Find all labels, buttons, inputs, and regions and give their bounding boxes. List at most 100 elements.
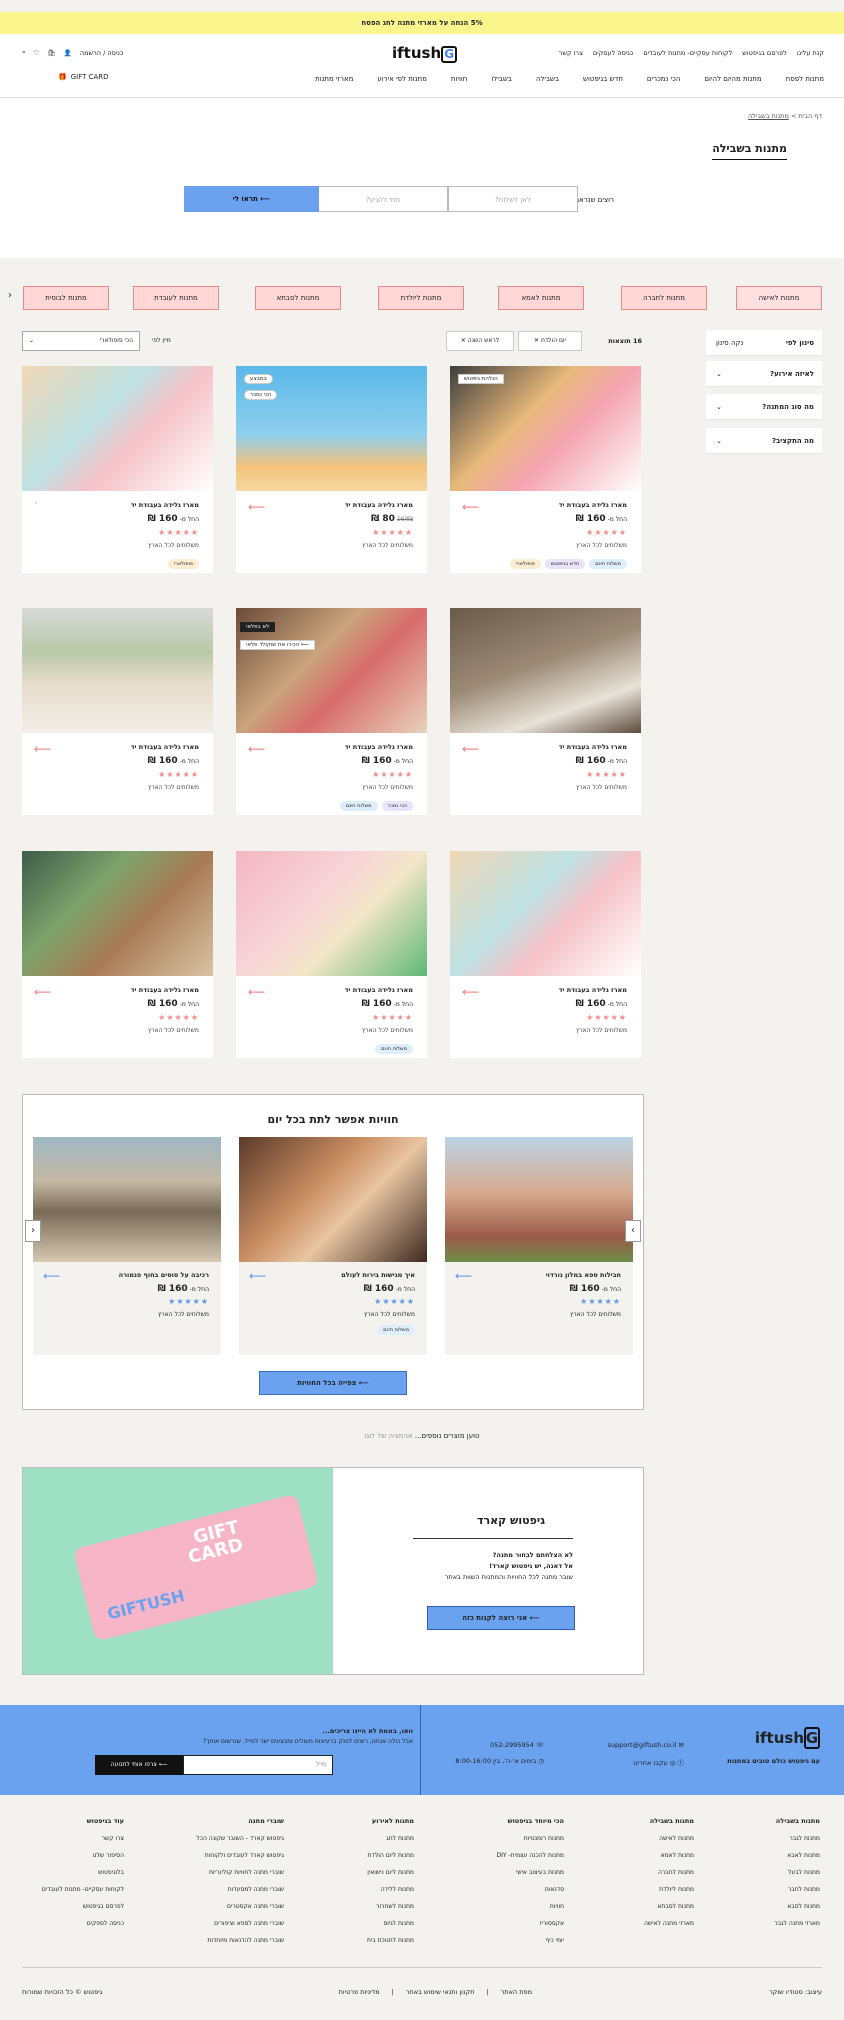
footer-link[interactable]: מתנות לשחרור <box>367 1898 414 1915</box>
footer-logo[interactable]: Giftush <box>755 1727 820 1749</box>
arrow-left-icon[interactable]: ⟵ <box>249 1269 266 1283</box>
footer-link[interactable]: מתנות ליום הולדת <box>367 1847 414 1864</box>
footer-link[interactable]: גיפטוש קארד לעובדים ולקוחות <box>196 1847 284 1864</box>
category-mom[interactable]: מתנות לאמא <box>498 286 584 310</box>
category-boss[interactable]: מתנות לבוסית <box>23 286 109 310</box>
footer-link[interactable]: שוברי מתנה להדנאות מיוחדות <box>196 1932 284 1949</box>
product-card[interactable]: ⟵ מארז גלידה בעבודת יד החל מ- 160 ₪ ★★★★… <box>236 851 427 1058</box>
product-card[interactable]: ⟵ מארז גלידה בעבודת יד החל מ- 160 ₪ ★★★★… <box>450 851 641 1058</box>
arrow-left-icon[interactable]: • <box>34 500 38 507</box>
top-link-advertise[interactable]: לפרסם בגיפטוש <box>742 49 787 57</box>
product-card[interactable]: ⟵ מארז גלידה בעבודת יד החל מ- 160 ₪ ★★★★… <box>22 851 213 1058</box>
footer-link[interactable]: הסיפור שלנו <box>42 1847 124 1864</box>
footer-link[interactable]: מתנות לאמא <box>644 1847 694 1864</box>
when-field[interactable]: מתי להגיע? <box>318 186 448 212</box>
breadcrumb-current[interactable]: מתנות בשבילה <box>748 112 789 120</box>
product-card[interactable]: ⟵ מארז גלידה בעבודת יד החל מ- 160 ₪ ★★★★… <box>450 608 641 815</box>
product-card[interactable]: הנלהת גיפטוש ⟵ מארז גלידה בעבודת יד החל … <box>450 366 641 573</box>
top-link-about[interactable]: קנת עלינו <box>797 49 824 57</box>
nav-item-by-event[interactable]: מתנות לפי אירוע <box>377 75 427 83</box>
filter-event[interactable]: לאיזה אירוע? ⌄ <box>706 361 822 387</box>
filter-chip-rosh-hashana[interactable]: לראש השנה ✕ <box>446 331 514 351</box>
newsletter-email-input[interactable]: מייל <box>183 1755 333 1775</box>
show-me-button[interactable]: ⟵ תראו לי <box>184 186 319 212</box>
footer-link[interactable]: מתנות ליולדת <box>644 1881 694 1898</box>
nav-item-bestsellers[interactable]: הכי נמכרים <box>647 75 681 83</box>
site-logo[interactable]: Giftush <box>392 44 458 63</box>
footer-link[interactable]: חוויות <box>497 1898 564 1915</box>
carousel-next-button[interactable]: › <box>625 1220 641 1242</box>
category-employee[interactable]: מתנות לעובדת <box>133 286 219 310</box>
footer-link[interactable]: שוברי מתנה לחוויות קולינריות <box>196 1864 284 1881</box>
footer-link[interactable]: מתנות ליום נישואין <box>367 1864 414 1881</box>
arrow-left-icon[interactable]: ⟵ <box>34 985 51 999</box>
where-field[interactable]: לאן לשלוח? <box>448 186 578 212</box>
footer-link[interactable]: מתנות לחברה <box>644 1864 694 1881</box>
filter-budget[interactable]: מה התקציב? ⌄ <box>706 428 822 454</box>
footer-link[interactable]: מארזי מתנה לגבר <box>774 1915 820 1932</box>
arrow-left-icon[interactable]: ⟵ <box>462 985 479 999</box>
nav-item-new[interactable]: חדש בגיפטוש <box>583 75 623 83</box>
top-link-business-login[interactable]: כניסה לעסקים <box>593 49 633 57</box>
product-card[interactable]: ⟵ מארז גלידה בעבודת יד החל מ- 160 ₪ ★★★★… <box>22 608 213 815</box>
email-contact[interactable]: ✉ support@giftush.co.il <box>608 1741 684 1749</box>
nav-item-same-day[interactable]: מתנות מהיום להיום <box>704 75 761 83</box>
footer-link[interactable]: מתנות לחנוכת בית <box>367 1932 414 1949</box>
category-grandma[interactable]: מתנות לסבתא <box>255 286 341 310</box>
close-icon[interactable]: ✕ <box>534 337 539 344</box>
carousel-prev-button[interactable]: ‹ <box>25 1220 41 1242</box>
product-card[interactable]: לא בפלאי ⟵ הכירו את שוקולד פלאי ⟵ מארז ג… <box>236 608 427 815</box>
nav-item-passover[interactable]: מתנות לפסח <box>786 75 824 83</box>
login-link[interactable]: כניסה / הרשמה <box>80 49 123 57</box>
all-experiences-button[interactable]: ⟵ צפייה בכל החוויות <box>259 1371 407 1395</box>
footer-link[interactable]: מתנות לגיוס <box>367 1915 414 1932</box>
footer-link[interactable]: כניסה לספקים <box>42 1915 124 1932</box>
footer-link[interactable]: מתנות לאבא <box>774 1847 820 1864</box>
footer-link[interactable]: שוברי מתנה לספא וציפורים <box>196 1915 284 1932</box>
footer-link[interactable]: גיפטוש קארד - השובר שקונה הכל <box>196 1830 284 1847</box>
footer-link[interactable]: מתנות להכנה עצמית- DIY <box>497 1847 564 1864</box>
footer-link[interactable]: מתנות לגבר <box>774 1830 820 1847</box>
experience-card[interactable]: ⟵ חבילות ספא במלון נורדוי החל מ- 160 ₪ ★… <box>445 1137 633 1355</box>
search-icon[interactable]: ⌕ <box>22 48 26 57</box>
product-card[interactable]: במבצע הכי נמכר ⟵ מארז גלידה בעבודת יד 16… <box>236 366 427 573</box>
sort-select[interactable]: הכי פופולארי ⌄ <box>22 331 140 351</box>
chocolate-overlay-link[interactable]: ⟵ הכירו את שוקולד פלאי <box>240 640 315 650</box>
close-icon[interactable]: ✕ <box>461 337 466 344</box>
footer-link[interactable]: מתנות לסבתא <box>644 1898 694 1915</box>
arrow-left-icon[interactable]: ⟵ <box>455 1269 472 1283</box>
footer-link[interactable]: מתנות ללידה <box>367 1881 414 1898</box>
footer-link[interactable]: לקוחות עסקיים- מתנות לעובדים <box>42 1881 124 1898</box>
arrow-left-icon[interactable]: ⟵ <box>43 1269 60 1283</box>
arrow-left-icon[interactable]: ⟵ <box>248 985 265 999</box>
footer-link[interactable]: מתנות רומנטיות <box>497 1830 564 1847</box>
sitemap-link[interactable]: מפת האתר <box>501 1988 532 1996</box>
clear-filter-link[interactable]: נקה סינון <box>716 330 743 356</box>
footer-link[interactable]: סדנאות <box>497 1881 564 1898</box>
footer-link[interactable]: אקססוריז <box>497 1915 565 1932</box>
heart-icon[interactable]: ♡ <box>34 49 40 57</box>
filter-chip-birthday[interactable]: יום הולדת ✕ <box>518 331 582 351</box>
footer-link[interactable]: מתנות לבעל <box>774 1864 820 1881</box>
footer-link[interactable]: שוברי מתנה אקסטרים <box>196 1898 284 1915</box>
buy-gift-card-button[interactable]: ⟵ אני רוצה לקנות כזה <box>427 1606 575 1630</box>
chevron-left-icon[interactable]: ‹ <box>8 290 12 301</box>
instagram-icon[interactable]: ◎ <box>670 1759 676 1767</box>
experience-card[interactable]: ⟵ איך מגישות בירות לעולם החל מ- 160 ₪ ★★… <box>239 1137 427 1355</box>
product-card[interactable]: • מארז גלידה בעבודת יד החל מ- 160 ₪ ★★★★… <box>22 366 213 573</box>
arrow-left-icon[interactable]: ⟵ <box>462 500 479 514</box>
category-new-mom[interactable]: מתנות ליולדת <box>378 286 464 310</box>
user-icon[interactable]: 👤 <box>64 49 72 57</box>
gift-card-link[interactable]: GIFT CARD 🎁 <box>58 73 109 81</box>
newsletter-submit-button[interactable]: ⟵ צרפו אותי לתנועה <box>95 1755 183 1775</box>
nav-item-experiences[interactable]: חוויות <box>451 75 467 83</box>
arrow-left-icon[interactable]: ⟵ <box>462 742 479 756</box>
breadcrumb-home[interactable]: דף הבית <box>798 112 822 120</box>
facebook-icon[interactable]: ⓕ <box>678 1759 685 1767</box>
footer-link[interactable]: מתנות לחבר <box>774 1881 820 1898</box>
footer-link[interactable]: מארזי מתנה לאישה <box>644 1915 694 1932</box>
nav-item-gift-boxes[interactable]: מארזי מתנות <box>315 75 353 83</box>
terms-link[interactable]: תקנון ותנאי שימוש באתר <box>406 1988 475 1996</box>
nav-item-for-him[interactable]: בשבילו <box>491 75 512 83</box>
experience-card[interactable]: ⟵ רכיבה על סוסים בחוף פנמורה החל מ- 160 … <box>33 1137 221 1355</box>
